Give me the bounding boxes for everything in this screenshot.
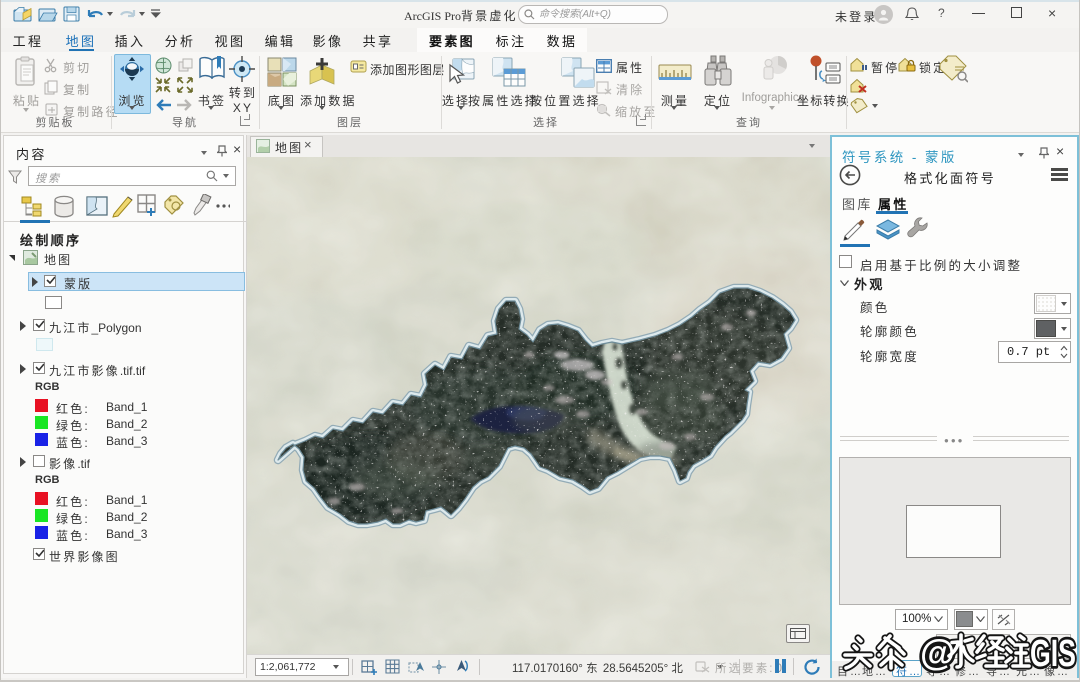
svg-text:GIS: GIS bbox=[1030, 633, 1076, 675]
svg-text:@: @ bbox=[920, 632, 955, 673]
